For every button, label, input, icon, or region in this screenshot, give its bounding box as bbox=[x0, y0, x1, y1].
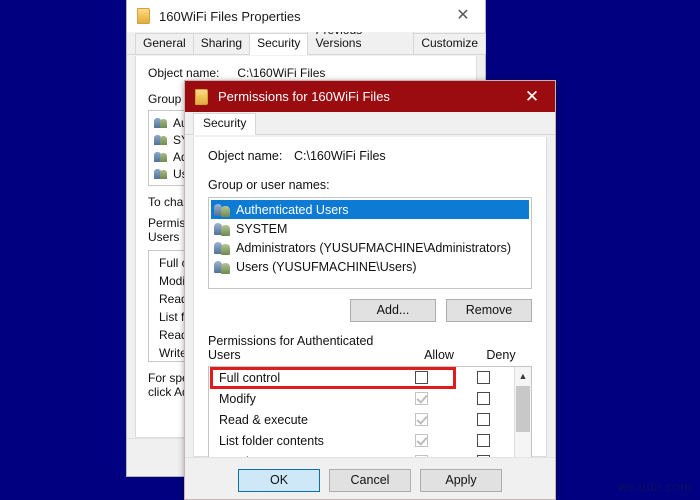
object-name-value: C:\160WiFi Files bbox=[294, 149, 386, 163]
permissions-for-label: Permissions for Authenticated Users bbox=[208, 334, 408, 362]
users-icon bbox=[154, 150, 168, 163]
list-item-label: Users (YUSUFMACHINE\Users) bbox=[236, 259, 417, 274]
properties-object-name-value: C:\160WiFi Files bbox=[237, 66, 326, 80]
users-icon bbox=[214, 203, 230, 217]
list-item[interactable]: Authenticated Users bbox=[211, 200, 529, 219]
deny-cell[interactable] bbox=[452, 434, 514, 447]
group-or-user-names-label: Group or user names: bbox=[208, 178, 330, 192]
users-icon bbox=[154, 133, 168, 146]
tab-security[interactable]: Security bbox=[193, 113, 257, 135]
allow-cell[interactable] bbox=[390, 392, 452, 405]
allow-cell[interactable] bbox=[390, 413, 452, 426]
permissions-dialog-title: Permissions for 160WiFi Files bbox=[218, 89, 390, 104]
table-row[interactable]: Full control bbox=[209, 367, 514, 388]
permissions-for-label-line1: Permissions for Authenticated bbox=[208, 334, 374, 348]
deny-checkbox[interactable] bbox=[476, 371, 490, 384]
permissions-table-header: Permissions for Authenticated Users Allo… bbox=[208, 332, 532, 362]
deny-checkbox[interactable] bbox=[476, 434, 490, 447]
permission-name: List folder contents bbox=[219, 433, 324, 448]
allow-cell[interactable] bbox=[390, 434, 452, 447]
list-item-label: Authenticated Users bbox=[236, 202, 349, 217]
add-button[interactable]: Add... bbox=[350, 299, 436, 322]
allow-checkbox[interactable] bbox=[414, 392, 428, 405]
table-row[interactable]: Read & execute bbox=[209, 409, 514, 430]
properties-object-name-label: Object name: bbox=[148, 66, 220, 80]
users-icon bbox=[154, 116, 168, 129]
permissions-body: Object name: C:\160WiFi Files Group or u… bbox=[193, 137, 547, 474]
properties-window-title: 160WiFi Files Properties bbox=[159, 8, 301, 24]
list-item[interactable]: SYSTEM bbox=[211, 219, 529, 238]
object-name-row: Object name: C:\160WiFi Files bbox=[208, 149, 532, 163]
deny-checkbox[interactable] bbox=[476, 413, 490, 426]
permissions-titlebar[interactable]: Permissions for 160WiFi Files ✕ bbox=[185, 81, 555, 112]
dialog-button-bar: OK Cancel Apply bbox=[185, 457, 555, 499]
tab-general[interactable]: General bbox=[135, 33, 194, 54]
allow-checkbox[interactable] bbox=[414, 434, 428, 447]
tab-security[interactable]: Security bbox=[249, 33, 309, 55]
deny-cell[interactable] bbox=[452, 413, 514, 426]
properties-tabstrip[interactable]: General Sharing Security Previous Versio… bbox=[127, 20, 486, 55]
properties-object-name-row: Object name: C:\160WiFi Files bbox=[148, 66, 464, 80]
table-row[interactable]: List folder contents bbox=[209, 430, 514, 451]
users-icon bbox=[214, 260, 230, 274]
permissions-for-label-line2: Users bbox=[208, 348, 241, 362]
folder-icon bbox=[137, 8, 150, 24]
column-header-allow: Allow bbox=[424, 348, 454, 362]
ok-button[interactable]: OK bbox=[238, 469, 320, 492]
deny-checkbox[interactable] bbox=[476, 392, 490, 405]
allow-checkbox[interactable] bbox=[414, 413, 428, 426]
close-icon[interactable]: ✕ bbox=[509, 81, 555, 112]
group-or-user-names-list[interactable]: Authenticated Users SYSTEM Administrator… bbox=[208, 197, 532, 289]
list-item-label: Administrators (YUSUFMACHINE\Administrat… bbox=[236, 240, 512, 255]
folder-icon bbox=[195, 88, 208, 105]
permissions-tabstrip[interactable]: Security bbox=[185, 112, 555, 135]
allow-cell[interactable] bbox=[390, 371, 452, 384]
group-action-buttons: Add... Remove bbox=[208, 299, 532, 322]
table-row[interactable]: Modify bbox=[209, 388, 514, 409]
tab-sharing[interactable]: Sharing bbox=[192, 33, 251, 54]
chevron-up-icon[interactable]: ▲ bbox=[515, 367, 531, 384]
permission-name: Read & execute bbox=[219, 412, 308, 427]
watermark: ws.edn.com bbox=[617, 479, 692, 494]
deny-cell[interactable] bbox=[452, 371, 514, 384]
users-icon bbox=[214, 222, 230, 236]
users-icon bbox=[214, 241, 230, 255]
object-name-label: Object name: bbox=[208, 149, 283, 163]
tab-customize[interactable]: Customize bbox=[413, 33, 486, 54]
list-item-label: SYSTEM bbox=[236, 221, 288, 236]
list-item[interactable]: Administrators (YUSUFMACHINE\Administrat… bbox=[211, 238, 529, 257]
properties-titlebar[interactable]: 160WiFi Files Properties ✕ bbox=[127, 0, 485, 32]
permission-name: Modify bbox=[219, 391, 256, 406]
scrollbar-thumb[interactable] bbox=[516, 386, 530, 432]
allow-checkbox[interactable] bbox=[414, 371, 428, 384]
column-header-deny: Deny bbox=[486, 348, 516, 362]
deny-cell[interactable] bbox=[452, 392, 514, 405]
close-icon[interactable]: ✕ bbox=[441, 0, 485, 32]
apply-button[interactable]: Apply bbox=[420, 469, 502, 492]
remove-button[interactable]: Remove bbox=[446, 299, 532, 322]
users-icon bbox=[154, 167, 168, 180]
permission-name: Full control bbox=[219, 370, 281, 385]
permissions-dialog[interactable]: Permissions for 160WiFi Files ✕ Security… bbox=[184, 80, 556, 500]
cancel-button[interactable]: Cancel bbox=[329, 469, 411, 492]
list-item[interactable]: Users (YUSUFMACHINE\Users) bbox=[211, 257, 529, 276]
